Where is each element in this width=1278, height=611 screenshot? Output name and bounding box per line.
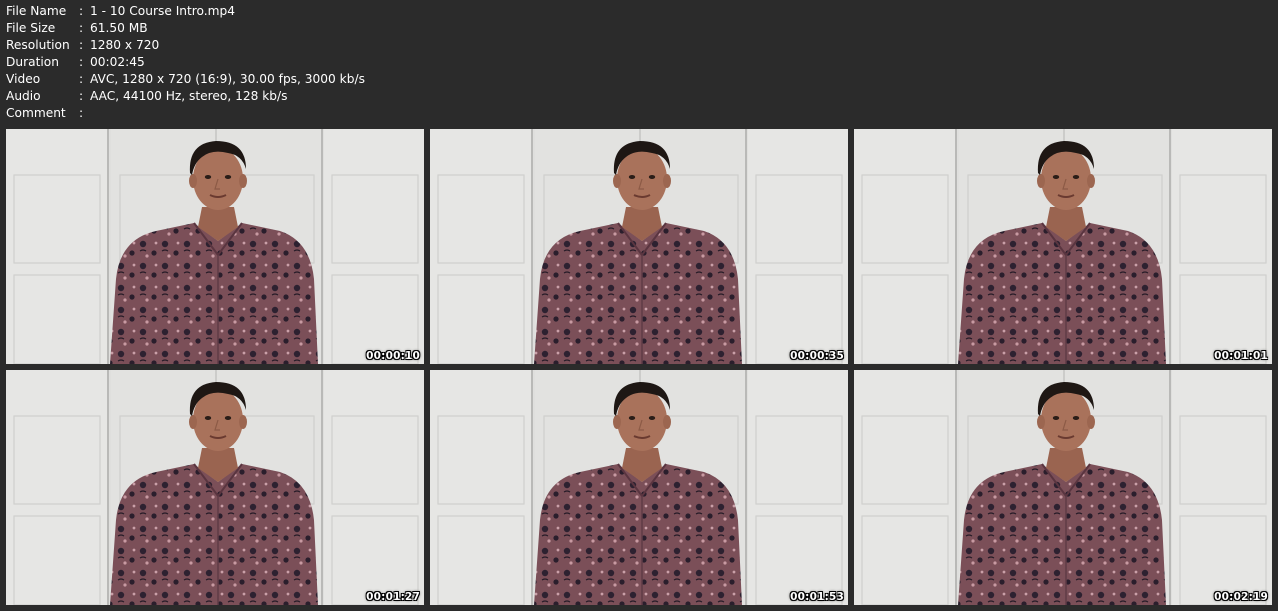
info-row-duration: Duration : 00:02:45 [6,54,365,71]
video-thumbnail[interactable]: 00:02:19 [854,370,1272,605]
info-key-resolution: Resolution [6,38,70,52]
info-row-comment: Comment : [6,105,365,122]
info-separator: : [79,38,84,52]
presenter-video-frame-icon [6,129,424,364]
thumbnail-timestamp: 00:00:35 [790,350,844,362]
info-key-duration: Duration [6,55,59,69]
info-key-file-size: File Size [6,21,56,35]
info-value-resolution: 1280 x 720 [90,38,160,52]
info-separator: : [79,4,84,18]
thumbnail-grid: 00:00:10 00:00:35 00:01:01 00:01:27 00:0… [6,129,1272,605]
info-value-file-size: 61.50 MB [90,21,148,35]
presenter-video-frame-icon [430,129,848,364]
info-separator: : [79,21,84,35]
info-key-comment: Comment [6,106,66,120]
video-thumbnail[interactable]: 00:01:01 [854,129,1272,364]
info-key-audio: Audio [6,89,41,103]
info-row-file-name: File Name : 1 - 10 Course Intro.mp4 [6,3,365,20]
video-thumbnail[interactable]: 00:00:35 [430,129,848,364]
info-value-duration: 00:02:45 [90,55,145,69]
thumbnail-timestamp: 00:01:01 [1214,350,1268,362]
info-row-file-size: File Size : 61.50 MB [6,20,365,37]
presenter-video-frame-icon [854,370,1272,605]
info-separator: : [79,89,84,103]
info-separator: : [79,55,84,69]
info-key-video: Video [6,72,41,86]
thumbnail-timestamp: 00:00:10 [366,350,420,362]
presenter-video-frame-icon [430,370,848,605]
info-separator: : [79,106,84,120]
info-separator: : [79,72,84,86]
info-key-file-name: File Name [6,4,67,18]
info-row-audio: Audio : AAC, 44100 Hz, stereo, 128 kb/s [6,88,365,105]
info-value-file-name: 1 - 10 Course Intro.mp4 [90,4,236,18]
info-row-video: Video : AVC, 1280 x 720 (16:9), 30.00 fp… [6,71,365,88]
thumbnail-timestamp: 00:01:53 [790,591,844,603]
file-info-panel: File Name : 1 - 10 Course Intro.mp4 File… [6,3,365,122]
info-value-video: AVC, 1280 x 720 (16:9), 30.00 fps, 3000 … [90,72,365,86]
video-thumbnail[interactable]: 00:01:27 [6,370,424,605]
presenter-video-frame-icon [6,370,424,605]
thumbnail-timestamp: 00:02:19 [1214,591,1268,603]
thumbnail-timestamp: 00:01:27 [366,591,420,603]
presenter-video-frame-icon [854,129,1272,364]
info-value-audio: AAC, 44100 Hz, stereo, 128 kb/s [90,89,288,103]
info-row-resolution: Resolution : 1280 x 720 [6,37,365,54]
video-thumbnail[interactable]: 00:01:53 [430,370,848,605]
video-thumbnail[interactable]: 00:00:10 [6,129,424,364]
